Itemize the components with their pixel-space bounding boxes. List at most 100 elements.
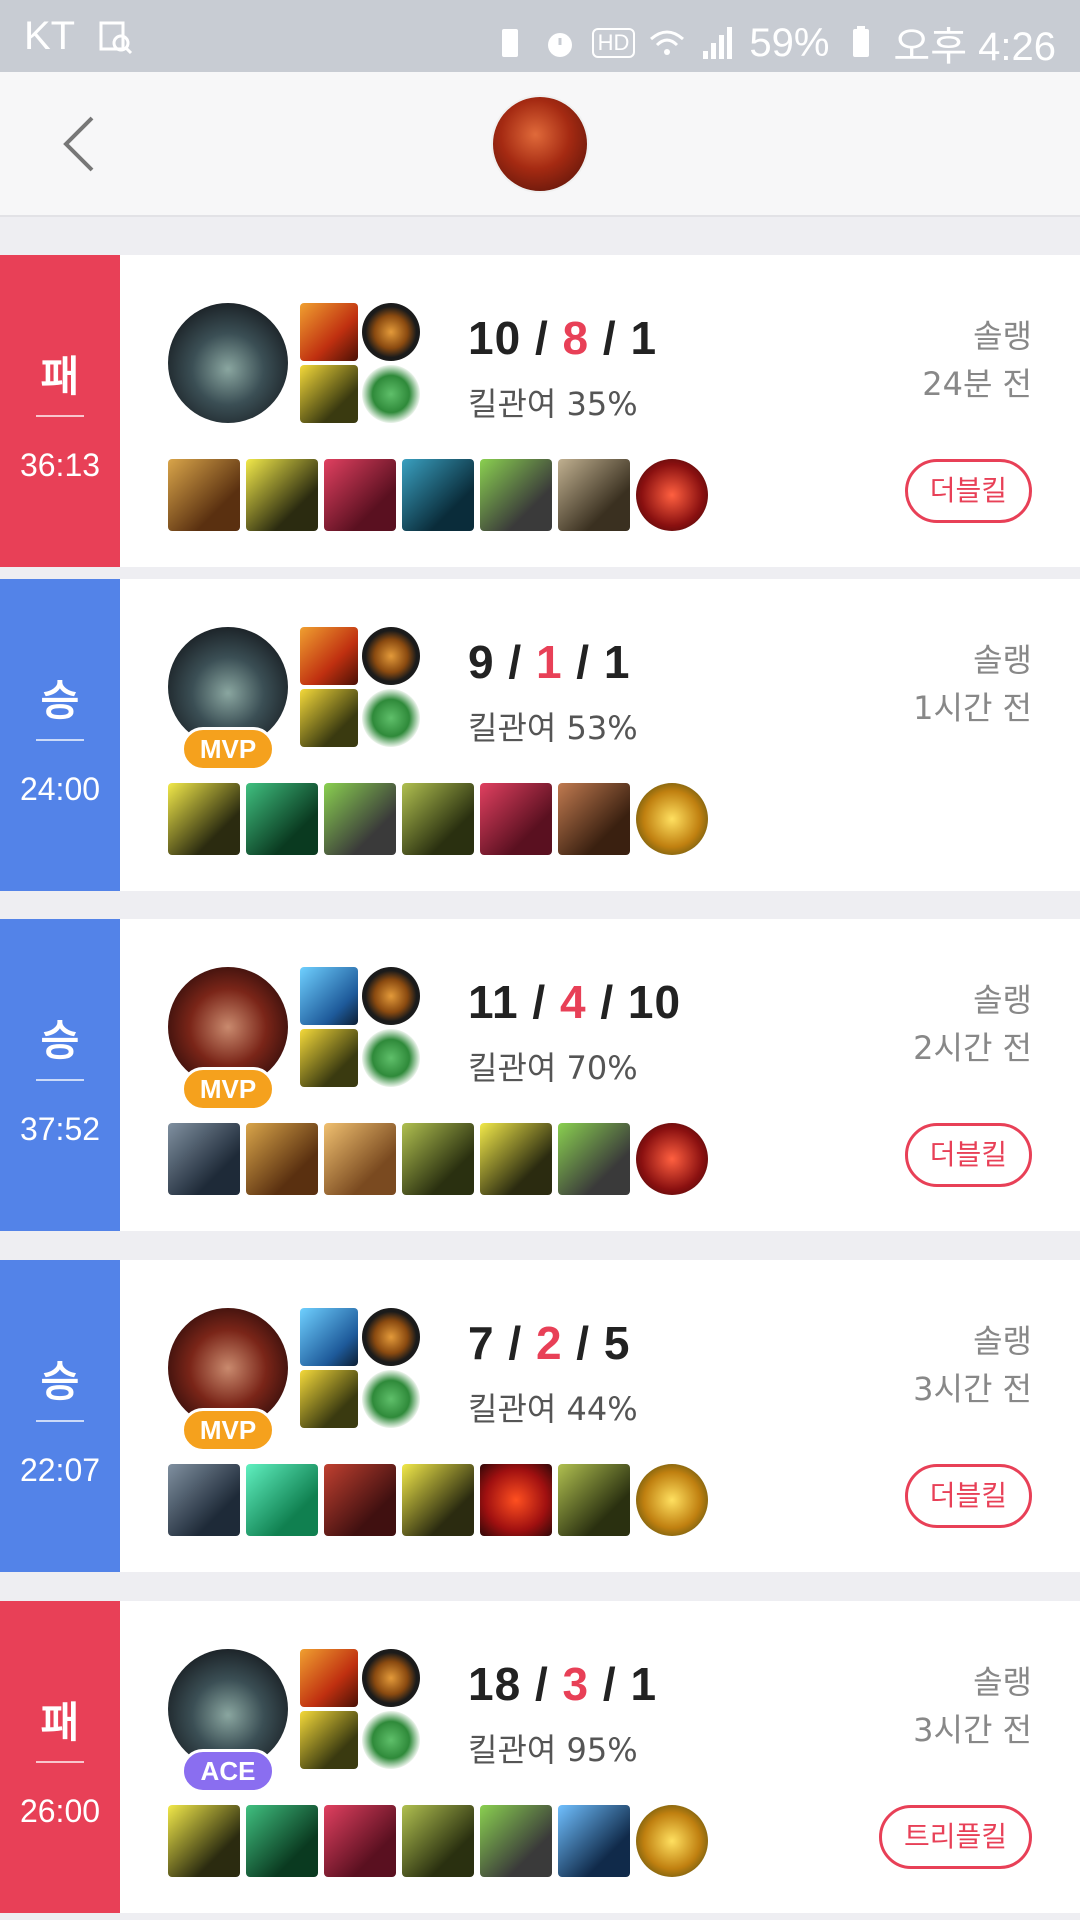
item-icon [324, 1464, 396, 1536]
result-bar: 패 36:13 [0, 255, 120, 567]
ward-icon [636, 459, 708, 531]
assists: 1 [603, 636, 631, 688]
chevron-left-icon [63, 116, 94, 172]
item-icon [246, 1123, 318, 1195]
queue-type: 솔랭 [973, 1663, 1032, 1701]
flash-spell-icon [300, 365, 358, 423]
item-icon [402, 1123, 474, 1195]
time-ago: 3시간 전 [913, 1370, 1032, 1408]
kills: 18 [468, 1658, 522, 1710]
duration-label: 24:00 [19, 771, 101, 807]
time-ago: 3시간 전 [913, 1711, 1032, 1749]
item-icon [402, 459, 474, 531]
ward-icon [636, 1464, 708, 1536]
item-icon [402, 783, 474, 855]
item-row [168, 1805, 708, 1877]
ward-icon [636, 1123, 708, 1195]
time-ago: 2시간 전 [913, 1029, 1032, 1067]
result-label: 패 [40, 352, 80, 401]
deaths: 1 [535, 636, 563, 688]
kill-participation: 킬관여 35% [468, 385, 638, 423]
kills: 10 [468, 312, 522, 364]
item-icon [168, 1805, 240, 1877]
duration-label: 22:07 [19, 1452, 101, 1488]
item-row [168, 783, 708, 855]
item-icon [246, 1805, 318, 1877]
item-icon [558, 1805, 630, 1877]
secondary-rune-icon [362, 1029, 420, 1087]
battery-percent: 59% [749, 20, 830, 65]
hd-icon: HD [591, 28, 636, 58]
queue-type: 솔랭 [973, 641, 1032, 679]
kda-score: 9 / 1 / 1 [468, 636, 631, 688]
match-card[interactable]: 패 26:00 ACE 18 / 3 / 1 킬관여 95% 솔랭 3시간 전 … [0, 1601, 1080, 1913]
assists: 5 [603, 1317, 631, 1369]
queue-type: 솔랭 [973, 317, 1032, 355]
multikill-badge: 더블킬 [904, 1123, 1032, 1187]
duration-label: 36:13 [19, 447, 101, 483]
item-icon [402, 1805, 474, 1877]
kill-participation: 킬관여 44% [468, 1390, 638, 1428]
wifi-icon [650, 30, 685, 55]
item-icon [480, 1464, 552, 1536]
ghost-spell-icon [300, 1308, 358, 1366]
result-bar: 승 22:07 [0, 1260, 120, 1572]
item-row [168, 1464, 708, 1536]
divider [36, 415, 84, 417]
result-bar: 승 37:52 [0, 919, 120, 1231]
ward-icon [636, 1805, 708, 1877]
mvp-badge: MVP [181, 1408, 275, 1452]
item-icon [168, 1464, 240, 1536]
kills: 9 [468, 636, 495, 688]
item-icon [246, 783, 318, 855]
match-card[interactable]: 패 36:13 10 / 8 / 1 킬관여 35% 솔랭 24분 전 더블킬 [0, 255, 1080, 567]
kills: 7 [468, 1317, 495, 1369]
assists: 1 [630, 312, 658, 364]
ward-icon [636, 783, 708, 855]
ignite-spell-icon [300, 303, 358, 361]
kills: 11 [468, 976, 519, 1028]
item-icon [246, 1464, 318, 1536]
primary-rune-icon [362, 1308, 420, 1366]
primary-rune-icon [362, 627, 420, 685]
duration-label: 37:52 [19, 1111, 101, 1147]
match-card[interactable]: 승 22:07 MVP 7 / 2 / 5 킬관여 44% 솔랭 3시간 전 더… [0, 1260, 1080, 1572]
secondary-rune-icon [362, 1711, 420, 1769]
status-bar: KT HD 59% 오후 4:26 [0, 0, 1080, 72]
ghost-spell-icon [300, 967, 358, 1025]
signal-icon [703, 27, 733, 59]
kill-participation: 킬관여 70% [468, 1049, 638, 1087]
duration-label: 26:00 [19, 1793, 101, 1829]
back-button[interactable] [52, 114, 112, 174]
item-row [168, 1123, 708, 1195]
item-icon [168, 459, 240, 531]
result-bar: 패 26:00 [0, 1601, 120, 1913]
result-label: 승 [40, 1357, 80, 1406]
item-icon [168, 783, 240, 855]
alarm-icon [547, 33, 572, 57]
battery-saver-icon [501, 29, 518, 57]
item-row [168, 459, 708, 531]
battery-icon [853, 26, 870, 57]
divider [36, 1761, 84, 1763]
monitor-icon [99, 21, 133, 54]
primary-rune-icon [362, 967, 420, 1025]
item-icon [480, 783, 552, 855]
assists: 10 [627, 976, 682, 1028]
match-card[interactable]: 승 24:00 MVP 9 / 1 / 1 킬관여 53% 솔랭 1시간 전 [0, 579, 1080, 891]
secondary-rune-icon [362, 689, 420, 747]
item-icon [558, 1123, 630, 1195]
item-icon [324, 1123, 396, 1195]
item-icon [324, 1805, 396, 1877]
kda-score: 10 / 8 / 1 [468, 312, 658, 364]
multikill-badge: 트리플킬 [878, 1805, 1032, 1869]
item-icon [324, 783, 396, 855]
champion-portrait [168, 303, 288, 423]
deaths: 8 [562, 312, 590, 364]
time-ago: 24분 전 [922, 365, 1032, 403]
assists: 1 [630, 1658, 658, 1710]
ignite-spell-icon [300, 1649, 358, 1707]
secondary-rune-icon [362, 365, 420, 423]
divider [36, 1420, 84, 1422]
match-card[interactable]: 승 37:52 MVP 11 / 4 / 10 킬관여 70% 솔랭 2시간 전… [0, 919, 1080, 1231]
